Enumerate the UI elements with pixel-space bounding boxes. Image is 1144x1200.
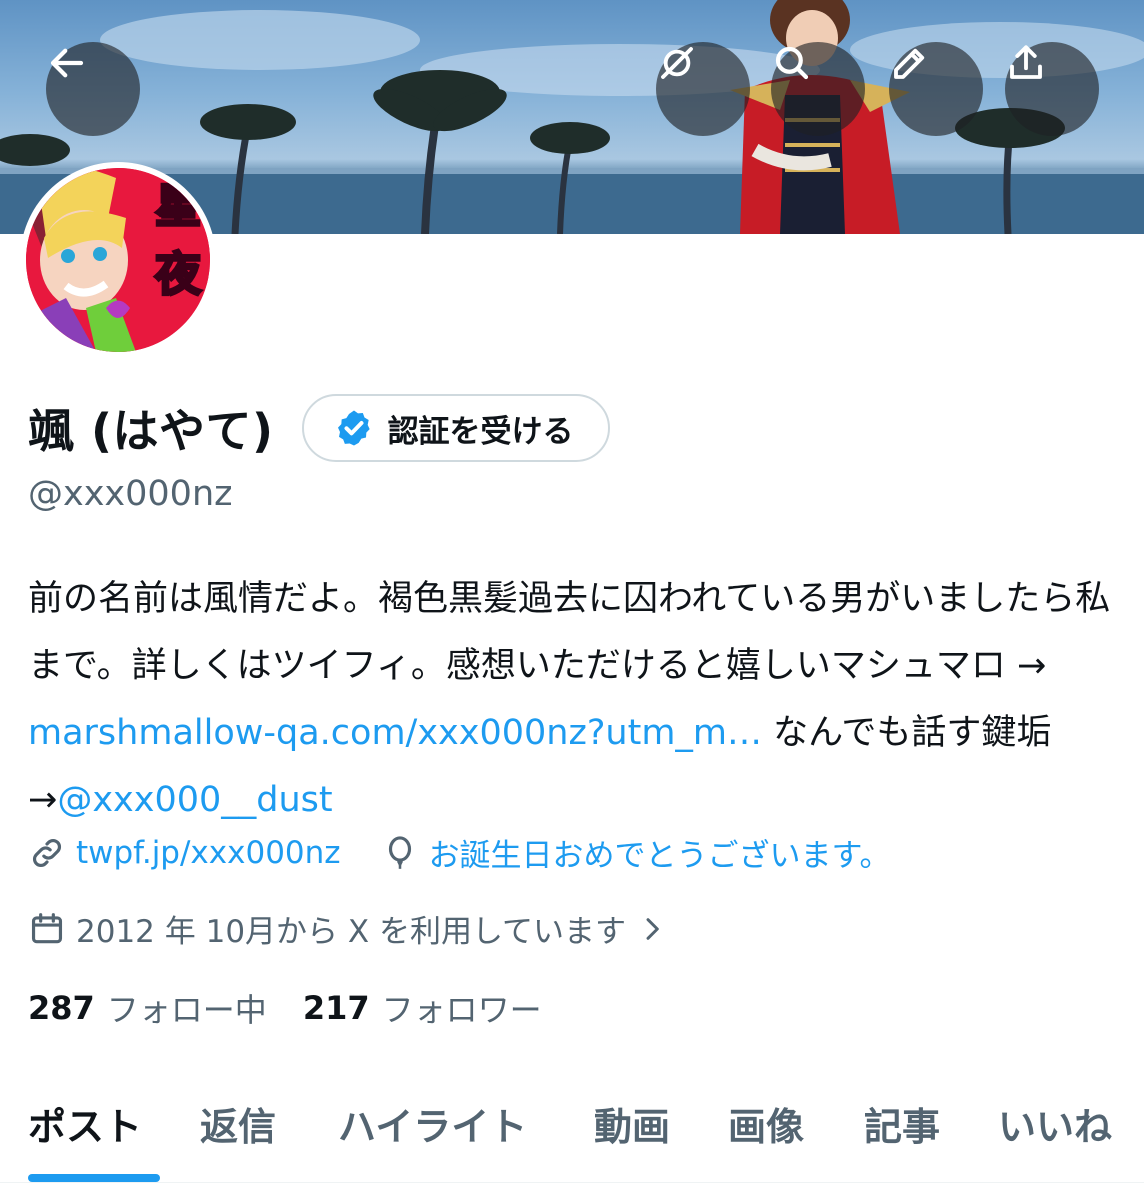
- balloon-icon: [388, 835, 411, 869]
- verified-badge-icon: [337, 410, 370, 446]
- meta-row-links: twpf.jp/xxx000nz お誕生日おめでとうございます。: [28, 830, 890, 875]
- search-button[interactable]: [771, 42, 865, 136]
- search-icon: [775, 46, 809, 80]
- followers-link[interactable]: 217 フォロワー: [303, 985, 542, 1031]
- get-verified-label: 認証を受ける: [387, 413, 574, 450]
- pencil-icon: [894, 48, 925, 79]
- followers-count: 217: [302, 989, 370, 1027]
- joined-date: 2012 年 10月から X を利用しています: [76, 914, 627, 950]
- edit-button[interactable]: [889, 42, 983, 136]
- tabs-divider: [0, 1182, 1144, 1183]
- share-icon: [1010, 45, 1042, 79]
- back-button[interactable]: [46, 42, 140, 136]
- followers-label: フォロワー: [381, 991, 542, 1029]
- display-name: 颯 (はやて): [28, 404, 274, 458]
- avatar-image: 星夜: [26, 168, 210, 352]
- grok-button[interactable]: [656, 42, 750, 136]
- bio-link-marshmallow[interactable]: marshmallow-qa.com/xxx000nz?utm_m…: [28, 713, 762, 753]
- profile-tabs: ポスト 返信 ハイライト 動画 画像 記事 いいね: [0, 1090, 1144, 1200]
- tab-replies[interactable]: 返信: [200, 1096, 276, 1151]
- bio-text: 前の名前は風情だよ。褐色黒髪過去に囚われている男がいましたら私まで。詳しくはツイ…: [28, 579, 1111, 686]
- follow-stats: 287 フォロー中 217 フォロワー: [28, 985, 542, 1031]
- link-icon: [33, 838, 61, 867]
- chevron-right-icon: [646, 917, 659, 940]
- arrow-left-icon: [50, 48, 84, 78]
- profile-bio: 前の名前は風情だよ。褐色黒髪過去に囚われている男がいましたら私まで。詳しくはツイ…: [28, 566, 1118, 834]
- name-row: 颯 (はやて) 認証を受ける: [28, 390, 610, 466]
- tab-images[interactable]: 画像: [728, 1096, 804, 1151]
- active-tab-indicator: [28, 1174, 160, 1182]
- profile-avatar[interactable]: 星夜: [20, 162, 216, 358]
- tab-likes[interactable]: いいね: [998, 1096, 1112, 1151]
- tab-articles[interactable]: 記事: [864, 1096, 940, 1151]
- bio-mention-dust[interactable]: @xxx000__dust: [57, 780, 332, 820]
- avatar-text: 星夜: [154, 178, 203, 303]
- calendar-icon: [31, 912, 63, 943]
- following-count: 287: [28, 989, 95, 1027]
- website-link[interactable]: twpf.jp/xxx000nz: [76, 835, 341, 871]
- user-handle: @xxx000nz: [28, 474, 233, 514]
- tab-highlights[interactable]: ハイライト: [338, 1096, 527, 1151]
- joined-row[interactable]: 2012 年 10月から X を利用しています: [28, 906, 678, 951]
- tab-videos[interactable]: 動画: [594, 1096, 670, 1151]
- grok-icon: [661, 47, 693, 79]
- share-button[interactable]: [1005, 42, 1099, 136]
- birthday-text[interactable]: お誕生日おめでとうございます。: [429, 830, 891, 875]
- following-label: フォロー中: [106, 991, 267, 1029]
- following-link[interactable]: 287 フォロー中: [28, 985, 267, 1031]
- tab-posts[interactable]: ポスト: [28, 1096, 142, 1151]
- get-verified-button[interactable]: 認証を受ける: [301, 394, 610, 462]
